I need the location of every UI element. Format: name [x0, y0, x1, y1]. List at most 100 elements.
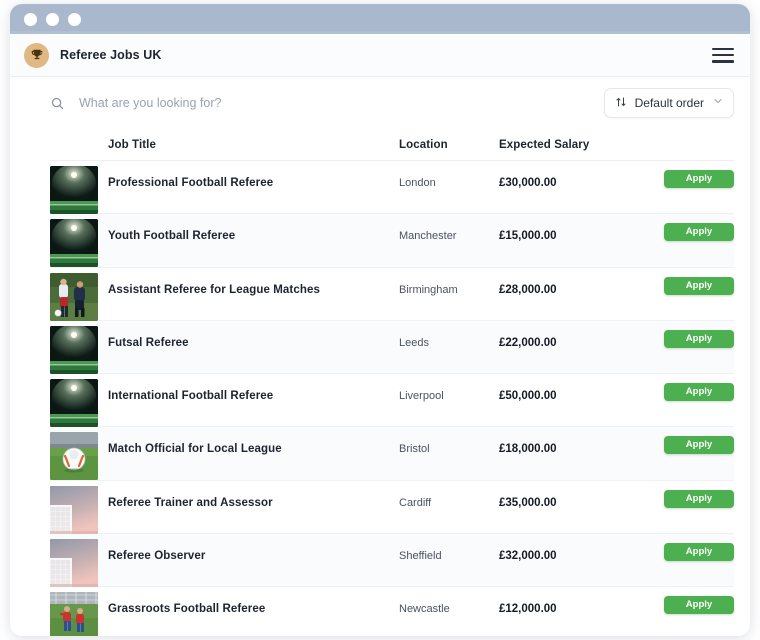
job-thumbnail-cell [50, 427, 108, 481]
jobs-table: Job Title Location Expected Salary Profe… [10, 129, 750, 636]
job-action-cell: Apply [629, 534, 734, 562]
table-row[interactable]: International Football Referee Liverpool £… [50, 374, 734, 428]
apply-button[interactable]: Apply [664, 543, 734, 562]
job-title-cell: Referee Observer [108, 534, 399, 564]
job-location-cell: London [399, 161, 499, 191]
apply-button[interactable]: Apply [664, 329, 734, 348]
job-location-cell: Cardiff [399, 481, 499, 511]
job-location-cell: Newcastle [399, 587, 499, 617]
apply-button[interactable]: Apply [664, 383, 734, 402]
job-action-cell: Apply [629, 374, 734, 402]
job-location: Newcastle [399, 603, 450, 616]
job-location-cell: Leeds [399, 321, 499, 351]
column-header-salary: Expected Salary [499, 138, 590, 151]
job-title-cell: International Football Referee [108, 374, 399, 404]
job-location-cell: Liverpool [399, 374, 499, 404]
job-title[interactable]: Assistant Referee for League Matches [108, 284, 320, 296]
brand[interactable]: Referee Jobs UK [24, 42, 162, 68]
hamburger-menu-icon[interactable] [712, 47, 734, 64]
job-salary-cell: £15,000.00 [499, 214, 629, 244]
job-title-cell: Youth Football Referee [108, 214, 399, 244]
hamburger-line [712, 53, 734, 57]
job-title[interactable]: Professional Football Referee [108, 177, 273, 189]
job-title[interactable]: Referee Observer [108, 550, 206, 562]
job-title[interactable]: International Football Referee [108, 390, 273, 402]
job-location: Leeds [399, 336, 429, 349]
job-salary: £28,000.00 [499, 283, 557, 296]
job-salary: £15,000.00 [499, 230, 557, 243]
table-row[interactable]: Assistant Referee for League Matches Birm… [50, 268, 734, 321]
players-tackling-icon [50, 272, 98, 321]
table-row[interactable]: Match Official for Local League Bristol £1… [50, 427, 734, 481]
job-thumbnail-cell [50, 161, 108, 214]
search-bar[interactable] [50, 86, 592, 120]
football-on-grass-icon [50, 432, 98, 481]
job-title-cell: Match Official for Local League [108, 427, 399, 457]
job-location: Manchester [399, 230, 457, 243]
job-salary: £50,000.00 [499, 390, 557, 403]
search-input[interactable] [79, 96, 592, 110]
job-location: Liverpool [399, 390, 444, 403]
job-location-cell: Sheffield [399, 534, 499, 564]
column-header-title: Job Title [108, 138, 156, 151]
job-salary-cell: £50,000.00 [499, 374, 629, 404]
goal-net-sunset-icon [50, 539, 98, 588]
sort-order-value: Default order [634, 96, 704, 110]
window-maximize-button[interactable] [68, 12, 81, 26]
job-title[interactable]: Match Official for Local League [108, 443, 282, 455]
table-body: Professional Football Referee London £30,0… [50, 161, 734, 636]
job-action-cell: Apply [629, 268, 734, 295]
job-location-cell: Bristol [399, 427, 499, 457]
hamburger-line [712, 47, 734, 51]
job-salary-cell: £28,000.00 [499, 268, 629, 298]
table-row[interactable]: Referee Trainer and Assessor Cardiff £35,0… [50, 481, 734, 535]
browser-window: Referee Jobs UK Default order [10, 4, 750, 636]
job-location: London [399, 177, 436, 189]
job-title-cell: Referee Trainer and Assessor [108, 481, 399, 511]
table-row[interactable]: Grassroots Football Referee Newcastle £12,… [50, 587, 734, 636]
youth-players-pitch-icon [50, 592, 98, 636]
apply-button[interactable]: Apply [664, 276, 734, 295]
job-salary: £18,000.00 [499, 443, 557, 456]
job-location: Sheffield [399, 550, 442, 563]
apply-button[interactable]: Apply [664, 170, 734, 188]
job-title[interactable]: Youth Football Referee [108, 230, 235, 242]
job-title-cell: Professional Football Referee [108, 161, 399, 191]
apply-button[interactable]: Apply [664, 489, 734, 508]
job-location: Bristol [399, 443, 430, 456]
goal-net-sunset-icon [50, 485, 98, 534]
job-thumbnail-cell [50, 534, 108, 588]
stadium-floodlight-night-icon [50, 325, 98, 374]
column-header-location: Location [399, 138, 448, 151]
trophy-icon [24, 42, 49, 68]
sort-order-dropdown[interactable]: Default order [603, 88, 734, 118]
job-location: Birmingham [399, 283, 458, 296]
table-row[interactable]: Futsal Referee Leeds £22,000.00 Apply [50, 320, 734, 375]
table-row[interactable]: Youth Football Referee Manchester £15,000.… [50, 214, 734, 268]
apply-button[interactable]: Apply [664, 223, 734, 242]
apply-button[interactable]: Apply [664, 436, 734, 455]
table-row[interactable]: Professional Football Referee London £30,0… [50, 161, 734, 215]
job-salary-cell: £30,000.00 [499, 161, 629, 191]
stadium-floodlight-night-icon [50, 219, 98, 268]
job-thumbnail-cell [50, 214, 108, 268]
job-salary: £12,000.00 [499, 603, 557, 616]
window-titlebar [10, 4, 750, 34]
window-close-button[interactable] [24, 12, 37, 26]
job-salary-cell: £32,000.00 [499, 534, 629, 564]
apply-button[interactable]: Apply [664, 596, 734, 615]
job-salary: £32,000.00 [499, 550, 557, 563]
job-title[interactable]: Futsal Referee [108, 337, 189, 349]
job-title-cell: Futsal Referee [108, 321, 399, 351]
table-row[interactable]: Referee Observer Sheffield £32,000.00 Apply [50, 534, 734, 588]
hamburger-line [712, 59, 734, 63]
job-action-cell: Apply [629, 161, 734, 188]
search-icon [50, 96, 65, 111]
job-thumbnail-cell [50, 268, 108, 321]
job-thumbnail-cell [50, 481, 108, 534]
job-title[interactable]: Grassroots Football Referee [108, 603, 265, 615]
window-minimize-button[interactable] [46, 12, 59, 26]
job-location: Cardiff [399, 496, 432, 509]
job-action-cell: Apply [629, 587, 734, 615]
job-title[interactable]: Referee Trainer and Assessor [108, 497, 273, 509]
